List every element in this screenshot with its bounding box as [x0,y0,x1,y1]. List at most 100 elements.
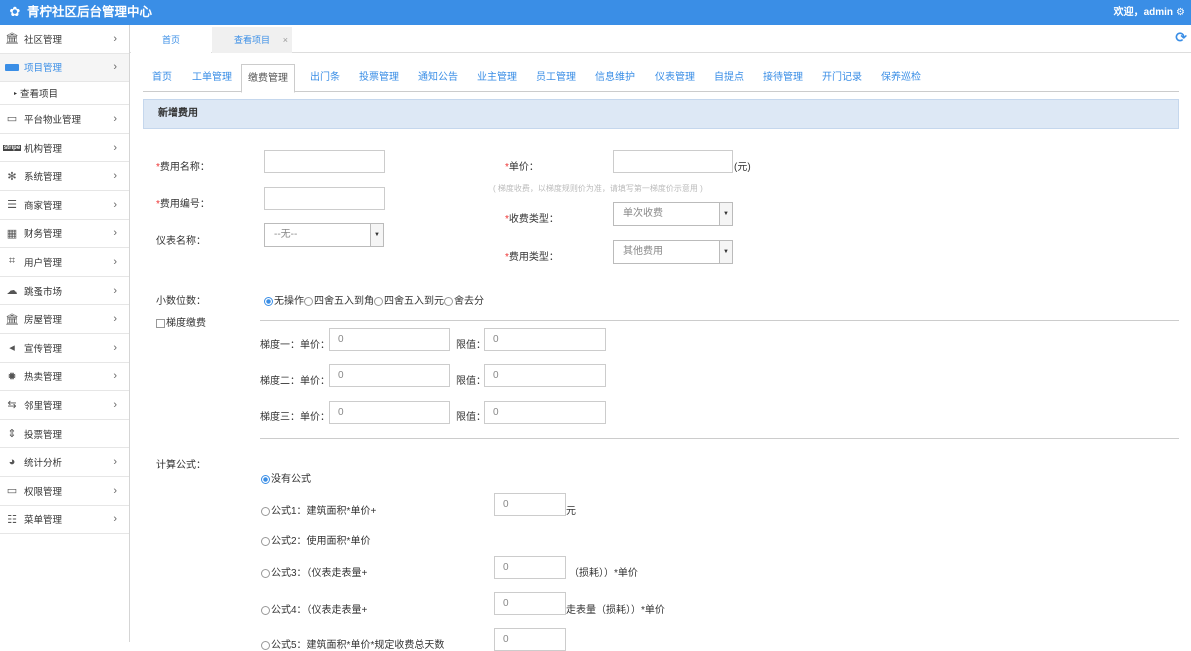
chevron-right-icon: › [113,341,117,354]
subnav-vote[interactable]: 投票管理 [359,64,399,92]
sidebar-item-label: 菜单管理 [24,515,63,527]
unit-price-input[interactable] [613,150,733,173]
sidebar-item-finance[interactable]: ▦ 财务管理 › [0,220,129,249]
fee-name-input[interactable] [264,150,385,173]
fee-type-select[interactable]: 其他费用 ▼ [613,240,733,264]
subnav-owner[interactable]: 业主管理 [477,64,517,92]
radio-formula1[interactable] [261,506,270,516]
radio-formula4[interactable] [261,605,270,615]
sidebar-item-user[interactable]: ⌗ 用户管理 › [0,248,129,277]
chevron-right-icon: › [113,61,117,74]
formula2-row[interactable]: 公式2：使用面积*单价 [261,532,370,547]
sidebar-subitem-view-project[interactable]: ▸ 查看项目 [0,82,129,106]
meter-name-select[interactable]: --无-- ▼ [264,223,384,247]
tab-home[interactable]: 首页 [131,27,211,53]
sidebar: 🏛 社区管理 › 项目管理 › ▸ 查看项目 ▭ 平台物业管理 › stripe 机构管理 › … [0,25,130,642]
tab-view-project[interactable]: 查看项目 × [212,27,292,53]
fee-code-input[interactable] [264,187,385,210]
sidebar-item-label: 邻里管理 [24,400,63,412]
sidebar-subitem-label: 查看项目 [20,89,59,101]
welcome-label: 欢迎，admin [1113,7,1174,18]
formula5-row[interactable]: 公式5：建筑面积*单价*规定收费总天数 [261,636,444,651]
meter-name-label: 仪表名称： [156,236,206,247]
radio-no-op[interactable] [264,296,273,306]
tab-label: 首页 [161,35,180,45]
tab-label: 查看项目 [233,35,270,45]
subnav-exit-pass[interactable]: 出门条 [310,64,340,92]
subnav-door-record[interactable]: 开门记录 [822,64,862,92]
fan-icon: ✻ [7,170,17,183]
tier-checkbox-row[interactable]: 梯度缴费 [156,314,206,329]
subnav-pickup[interactable]: 自提点 [714,64,744,92]
sidebar-item-label: 房屋管理 [24,315,63,327]
subnav-work-order[interactable]: 工单管理 [192,64,232,92]
tier2-price-input[interactable]: 0 [329,364,450,387]
subnav-maintenance[interactable]: 保养巡检 [881,64,921,92]
formula-none-row[interactable]: 没有公式 [261,470,311,485]
subnav-notice[interactable]: 通知公告 [418,64,458,92]
tier-checkbox[interactable] [156,318,165,328]
sidebar-item-label: 投票管理 [24,429,63,441]
subnav-reception[interactable]: 接待管理 [763,64,803,92]
formula4-input[interactable]: 0 [494,592,566,615]
sidebar-item-system[interactable]: ✻ 系统管理 › [0,162,129,191]
formula1-input[interactable]: 0 [494,493,566,516]
radio-formula5[interactable] [261,640,270,650]
sidebar-item-menu[interactable]: ☷ 菜单管理 › [0,506,129,535]
radio-formula-none[interactable] [261,474,270,484]
chevron-right-icon: › [113,313,117,326]
sidebar-item-permission[interactable]: ▭ 权限管理 › [0,477,129,506]
sidebar-item-property[interactable]: ▭ 平台物业管理 › [0,105,129,134]
formula1-row[interactable]: 公式1：建筑面积*单价+ [261,502,376,517]
charge-type-select[interactable]: 单次收费 ▼ [613,202,733,226]
tier3-limit-input[interactable]: 0 [484,401,606,424]
subnav-info[interactable]: 信息维护 [595,64,635,92]
formula3-input[interactable]: 0 [494,556,566,579]
radio-formula3[interactable] [261,568,270,578]
subnav-home[interactable]: 首页 [152,64,172,92]
sidebar-item-statistics[interactable]: ◕ 统计分析 › [0,448,129,477]
unit-price-suffix: (元) [734,162,751,173]
charge-type-value: 单次收费 [623,208,663,219]
sidebar-item-hot-sale[interactable]: ✹ 热卖管理 › [0,363,129,392]
formula3-row[interactable]: 公式3：（仪表走表量+ [261,564,367,579]
formula4-row[interactable]: 公式4：（仪表走表量+ [261,601,367,616]
sidebar-item-promotion[interactable]: ◂ 宣传管理 › [0,334,129,363]
formula3-suffix: （损耗））*单价 [569,568,638,579]
calculator-icon: ▦ [6,227,18,240]
app-title: 青柠社区后台管理中心 [27,5,153,19]
close-icon[interactable]: × [283,27,288,53]
chevron-right-icon: › [113,170,117,183]
chevron-right-icon: › [113,484,117,497]
sidebar-item-house[interactable]: 🏛 房屋管理 › [0,305,129,334]
sidebar-item-vote[interactable]: ⇕ 投票管理 [0,420,129,449]
chevron-right-icon: › [113,32,117,45]
sidebar-item-neighbor[interactable]: ⇆ 邻里管理 › [0,391,129,420]
tier1-price-input[interactable]: 0 [329,328,450,351]
tier3-label: 梯度三：单价： [260,412,330,423]
refresh-icon[interactable]: ⟳ [1175,29,1187,46]
sidebar-item-org[interactable]: stripe 机构管理 › [0,134,129,163]
chevron-right-icon: › [113,284,117,297]
sidebar-item-label: 财务管理 [24,229,63,241]
radio-formula2[interactable] [261,536,270,546]
sidebar-item-community[interactable]: 🏛 社区管理 › [0,25,129,54]
radio-round-jiao[interactable] [304,296,313,306]
sidebar-item-project[interactable]: 项目管理 › [0,53,129,83]
sidebar-item-merchant[interactable]: ☰ 商家管理 › [0,191,129,220]
subnav-meter[interactable]: 仪表管理 [655,64,695,92]
radio-round-yuan[interactable] [374,296,383,306]
tier3-price-input[interactable]: 0 [329,401,450,424]
radio-drop-fen[interactable] [444,296,453,306]
tier1-limit-input[interactable]: 0 [484,328,606,351]
sidebar-item-flea-market[interactable]: ☁ 跳蚤市场 › [0,277,129,306]
tier2-limit-input[interactable]: 0 [484,364,606,387]
welcome-text[interactable]: 欢迎，admin ⚙ [1114,0,1185,25]
gear-icon[interactable]: ⚙ [1176,7,1185,18]
tier2-label: 梯度二：单价： [260,376,330,387]
chevron-right-icon: › [113,370,117,383]
subnav-staff[interactable]: 员工管理 [536,64,576,92]
formula5-input[interactable]: 0 [494,628,566,651]
logo-icon: ✿ [9,4,21,19]
subnav-payment[interactable]: 缴费管理 [241,64,295,93]
